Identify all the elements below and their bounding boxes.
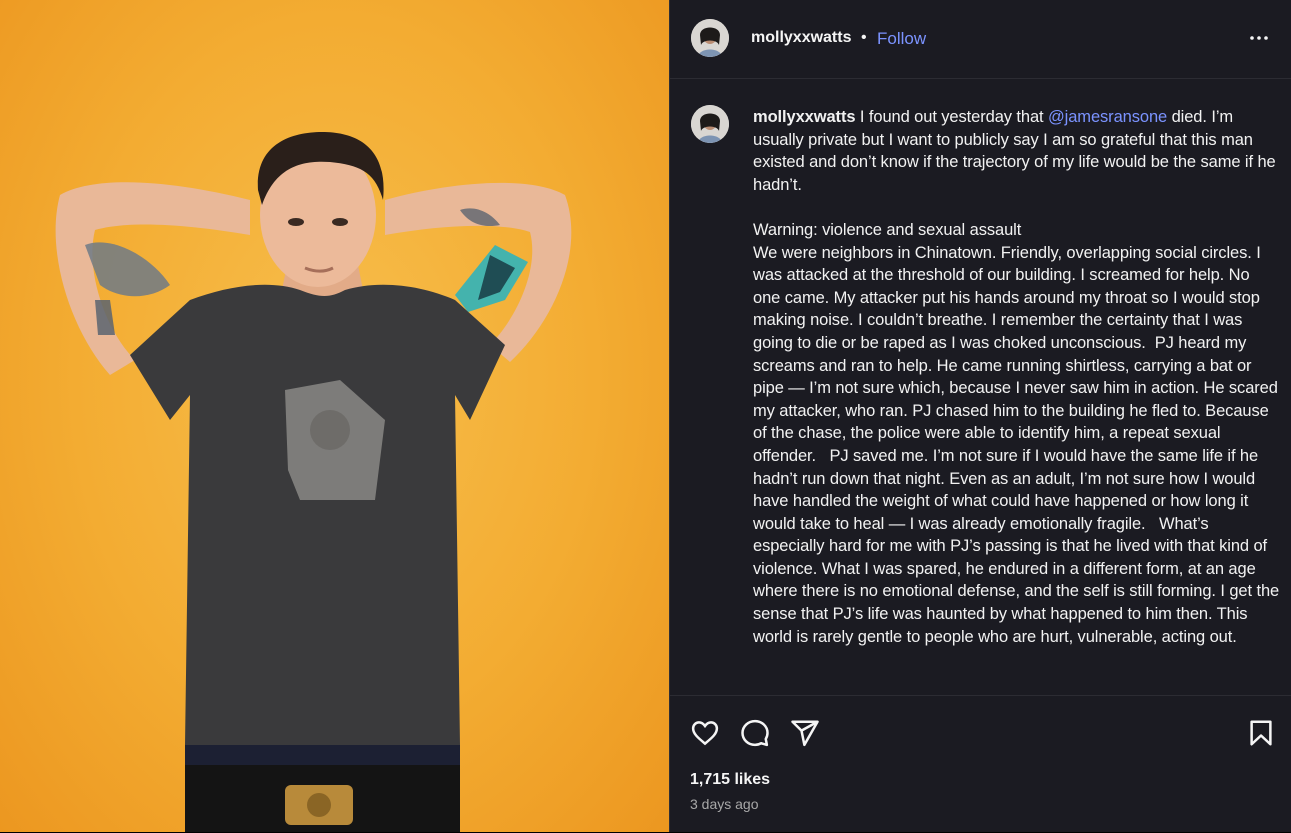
separator-dot: • <box>861 29 867 46</box>
send-icon[interactable] <box>790 718 820 748</box>
portrait-photo <box>55 132 572 832</box>
caption-body: died. I’m usually private but I want to … <box>753 108 1280 646</box>
bookmark-icon[interactable] <box>1246 718 1276 748</box>
post-caption: mollyxxwatts I found out yesterday that … <box>753 106 1281 648</box>
comments-section[interactable]: mollyxxwatts I found out yesterday that … <box>670 79 1291 695</box>
post-header: mollyxxwatts • Follow <box>670 0 1291 79</box>
more-options-icon[interactable] <box>1247 26 1271 50</box>
caption-mention-link[interactable]: @jamesransone <box>1048 108 1167 126</box>
post-author-username[interactable]: mollyxxwatts <box>751 29 851 47</box>
follow-button[interactable]: Follow <box>877 29 926 49</box>
post-details-panel: mollyxxwatts • Follow mollyxxwatts I fou… <box>669 0 1291 832</box>
post-photo[interactable] <box>0 0 669 832</box>
caption-avatar[interactable] <box>691 105 729 143</box>
comment-icon[interactable] <box>740 718 770 748</box>
likes-count[interactable]: 1,715 likes <box>690 771 770 789</box>
post-actions: 1,715 likes 3 days ago <box>670 695 1291 833</box>
caption-lead: I found out yesterday that <box>855 108 1049 126</box>
post-timestamp[interactable]: 3 days ago <box>690 796 759 812</box>
avatar[interactable] <box>691 19 729 57</box>
caption-username[interactable]: mollyxxwatts <box>753 108 856 126</box>
heart-icon[interactable] <box>690 718 720 748</box>
